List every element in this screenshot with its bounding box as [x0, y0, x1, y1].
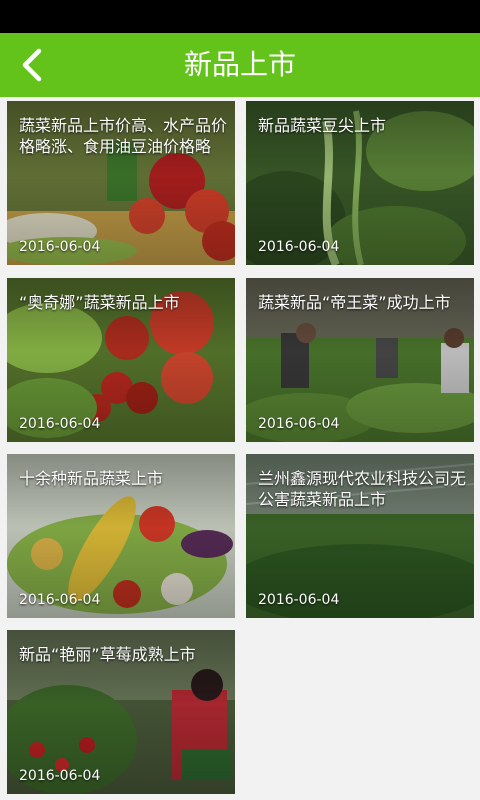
article-title: 十余种新品蔬菜上市	[19, 469, 164, 488]
page-title: 新品上市	[183, 48, 296, 81]
article-card[interactable]: 十余种新品蔬菜上市 2016-06-04	[7, 454, 235, 618]
article-title: 兰州鑫源现代农业科技公司无公害蔬菜新品上市	[258, 469, 467, 509]
article-card[interactable]: “奥奇娜”蔬菜新品上市 2016-06-04	[7, 278, 235, 442]
app-header: 新品上市	[0, 33, 480, 97]
article-date: 2016-06-04	[258, 416, 340, 432]
article-date: 2016-06-04	[19, 416, 101, 432]
article-title: 蔬菜新品上市价高、水产品价格略涨、食用油豆油价格略	[19, 116, 228, 156]
article-date: 2016-06-04	[258, 239, 340, 255]
article-card[interactable]: 蔬菜新品“帝王菜”成功上市 2016-06-04	[246, 278, 474, 442]
article-title: 新品蔬菜豆尖上市	[258, 116, 387, 135]
article-title: 新品“艳丽”草莓成熟上市	[19, 645, 196, 664]
article-title: “奥奇娜”蔬菜新品上市	[19, 293, 180, 312]
article-date: 2016-06-04	[19, 768, 101, 784]
article-title: 蔬菜新品“帝王菜”成功上市	[258, 293, 451, 312]
article-card[interactable]: 新品蔬菜豆尖上市 2016-06-04	[246, 101, 474, 265]
status-bar	[0, 0, 480, 33]
article-date: 2016-06-04	[19, 239, 101, 255]
article-card[interactable]: 新品“艳丽”草莓成熟上市 2016-06-04	[7, 630, 235, 794]
article-date: 2016-06-04	[258, 592, 340, 608]
article-card[interactable]: 兰州鑫源现代农业科技公司无公害蔬菜新品上市 2016-06-04	[246, 454, 474, 618]
article-card[interactable]: 蔬菜新品上市价高、水产品价格略涨、食用油豆油价格略 2016-06-04	[7, 101, 235, 265]
article-date: 2016-06-04	[19, 592, 101, 608]
